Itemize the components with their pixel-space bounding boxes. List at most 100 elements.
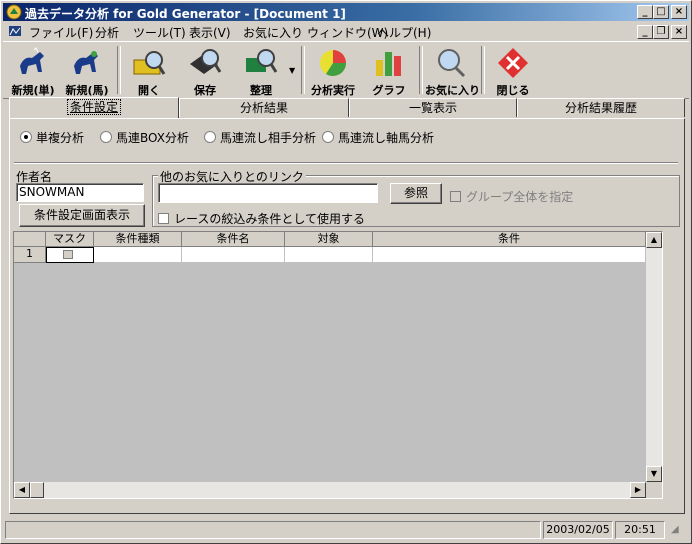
- scroll-thumb[interactable]: [30, 482, 44, 498]
- organize-label: 整理: [250, 84, 272, 97]
- close-x-icon: [498, 48, 528, 78]
- checkbox[interactable]: [450, 191, 461, 202]
- app-window: 過去データ分析 for Gold Generator - [Document 1…: [0, 0, 692, 544]
- menu-analysis[interactable]: 分析: [95, 24, 119, 41]
- resize-grip-icon[interactable]: ◢: [671, 524, 685, 538]
- organize-button[interactable]: 整理: [235, 44, 287, 97]
- new-single-button[interactable]: 新規(単): [7, 44, 59, 97]
- radio-single-multi[interactable]: 単複分析: [20, 129, 84, 146]
- browse-button[interactable]: 参照: [390, 183, 442, 204]
- mdi-restore-button[interactable]: ❐: [653, 25, 669, 39]
- toolbar-separator: [117, 46, 121, 94]
- vertical-scrollbar[interactable]: ▲ ▼: [646, 232, 662, 482]
- horse-icon: [74, 51, 98, 74]
- magnifier-disk-icon: [190, 49, 222, 74]
- save-button[interactable]: 保存: [179, 44, 231, 97]
- condition-screen-button[interactable]: 条件設定画面表示: [19, 204, 145, 227]
- use-as-filter-checkbox[interactable]: レースの絞込み条件として使用する: [158, 210, 365, 227]
- toolbar-separator: [481, 46, 485, 94]
- app-icon: [6, 4, 22, 20]
- scroll-corner: [646, 482, 662, 498]
- condition-settings-panel: 単複分析 馬連BOX分析 馬連流し相手分析 馬連流し軸馬分析 作者名 SNOWM…: [9, 118, 685, 514]
- group-all-checkbox[interactable]: グループ全体を指定: [450, 188, 573, 205]
- close-button[interactable]: 閉じる: [487, 44, 539, 97]
- close-label: 閉じる: [496, 84, 530, 97]
- toolbar: 新規(単) 新規(馬) 開く 保存 整理 ▼ 分析実行 グラフ お気に入り 閉じ…: [3, 41, 689, 99]
- radio-button[interactable]: [204, 131, 216, 143]
- mdi-minimize-button[interactable]: _: [637, 25, 653, 39]
- title-bar: 過去データ分析 for Gold Generator - [Document 1…: [3, 3, 689, 21]
- maximize-button[interactable]: □: [653, 5, 669, 19]
- column-header-condition[interactable]: 条件: [373, 232, 646, 247]
- radio-button[interactable]: [322, 131, 334, 143]
- column-header-name[interactable]: 条件名: [182, 232, 285, 247]
- radio-box[interactable]: 馬連BOX分析: [100, 129, 189, 146]
- menu-tools[interactable]: ツール(T): [133, 24, 186, 41]
- scroll-down-icon[interactable]: ▼: [646, 466, 662, 482]
- close-window-button[interactable]: ×: [671, 5, 687, 19]
- menu-help[interactable]: ヘルプ(H): [377, 24, 431, 41]
- status-time: 20:51: [615, 521, 665, 539]
- run-analysis-button[interactable]: 分析実行: [307, 44, 359, 97]
- radio-button[interactable]: [20, 131, 32, 143]
- column-header-mask[interactable]: マスク: [46, 232, 94, 247]
- radio-axis-horse[interactable]: 馬連流し軸馬分析: [322, 129, 434, 146]
- favorites-button[interactable]: お気に入り: [425, 44, 480, 97]
- horizontal-scrollbar[interactable]: ◀ ▶: [14, 482, 646, 498]
- magnifier-icon: [438, 49, 466, 78]
- document-icon: [9, 26, 21, 36]
- toolbar-separator: [419, 46, 423, 94]
- type-cell[interactable]: [94, 247, 182, 263]
- magnifier-organize-icon: [246, 49, 278, 73]
- condition-grid[interactable]: マスク 条件種類 条件名 対象 条件 1 ▲ ▼ ◀ ▶: [13, 231, 663, 499]
- toolbar-separator: [301, 46, 305, 94]
- column-header-target[interactable]: 対象: [285, 232, 373, 247]
- menu-favorites[interactable]: お気に入り: [243, 24, 303, 41]
- run-analysis-label: 分析実行: [311, 84, 355, 97]
- tab-strip: 条件設定 分析結果 一覧表示 分析結果履歴: [9, 97, 685, 118]
- radio-partner[interactable]: 馬連流し相手分析: [204, 129, 316, 146]
- graph-button[interactable]: グラフ: [363, 44, 415, 97]
- window-title: 過去データ分析 for Gold Generator - [Document 1…: [25, 7, 346, 21]
- author-field[interactable]: SNOWMAN: [16, 183, 144, 202]
- tab-condition-settings[interactable]: 条件設定: [9, 97, 179, 118]
- name-cell[interactable]: [182, 247, 285, 263]
- favorites-label: お気に入り: [425, 84, 480, 97]
- row-number: 1: [14, 247, 46, 263]
- link-path-field[interactable]: [158, 183, 378, 203]
- menu-bar: ファイル(F) 分析 ツール(T) 表示(V) お気に入り ウィンドウ(W) ヘ…: [3, 22, 689, 41]
- menu-file[interactable]: ファイル(F): [29, 24, 93, 41]
- dropdown-arrow-icon[interactable]: ▼: [289, 66, 295, 75]
- save-label: 保存: [194, 84, 216, 97]
- scroll-up-icon[interactable]: ▲: [646, 232, 662, 248]
- mask-checkbox[interactable]: [63, 250, 73, 259]
- mdi-close-button[interactable]: ×: [671, 25, 687, 39]
- mask-cell[interactable]: [46, 247, 94, 263]
- new-single-label: 新規(単): [11, 84, 55, 97]
- open-label: 開く: [138, 84, 160, 97]
- row-header-corner: [14, 232, 46, 247]
- horse-icon: [20, 47, 44, 74]
- tab-analysis-history[interactable]: 分析結果履歴: [517, 98, 685, 117]
- magnifier-folder-icon: [133, 51, 166, 75]
- tab-analysis-results[interactable]: 分析結果: [179, 98, 349, 117]
- new-horse-label: 新規(馬): [65, 84, 109, 97]
- target-cell[interactable]: [285, 247, 373, 263]
- graph-label: グラフ: [372, 84, 406, 97]
- scroll-left-icon[interactable]: ◀: [14, 482, 30, 498]
- status-bar: 2003/02/05 20:51 ◢: [3, 520, 689, 540]
- pie-chart-icon: [320, 50, 347, 77]
- checkbox[interactable]: [158, 213, 169, 224]
- scroll-right-icon[interactable]: ▶: [630, 482, 646, 498]
- column-header-type[interactable]: 条件種類: [94, 232, 182, 247]
- tab-list-view[interactable]: 一覧表示: [349, 98, 517, 117]
- status-message: [5, 521, 541, 539]
- radio-button[interactable]: [100, 131, 112, 143]
- divider: [14, 162, 678, 164]
- open-button[interactable]: 開く: [123, 44, 175, 97]
- status-date: 2003/02/05: [543, 521, 613, 539]
- menu-view[interactable]: 表示(V): [189, 24, 231, 41]
- condition-cell[interactable]: [373, 247, 646, 263]
- new-horse-button[interactable]: 新規(馬): [61, 44, 113, 97]
- minimize-button[interactable]: _: [637, 5, 653, 19]
